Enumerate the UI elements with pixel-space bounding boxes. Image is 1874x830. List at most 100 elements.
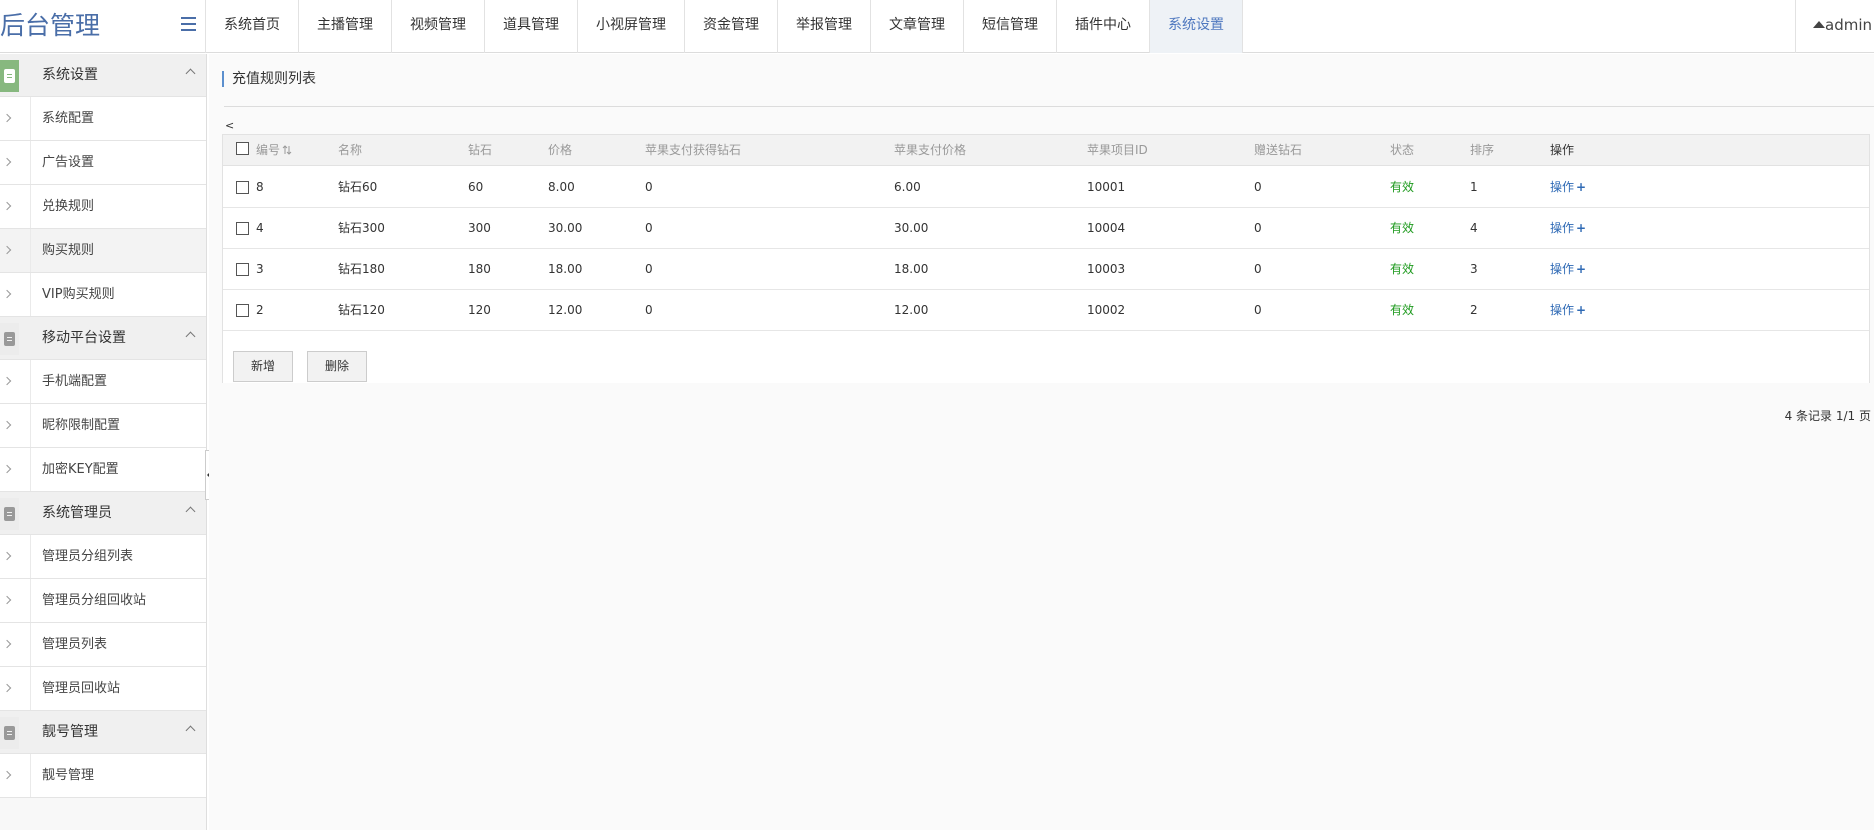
sidebar-item-label: VIP购买规则 [42,287,115,302]
plus-icon[interactable]: + [1576,180,1586,194]
row-action[interactable]: 操作 + [1550,290,1586,331]
column-header-label: 编号 [256,143,281,157]
nav-tab[interactable]: 文章管理 [871,0,964,53]
column-header: 操作 [1550,135,1574,165]
sidebar-item[interactable]: 系统配置 [0,97,206,141]
table-cell: 0 [645,303,653,317]
divider [30,535,31,578]
chevron-right-icon [2,770,12,780]
table-cell: 有效 [1390,167,1414,208]
nav-tab[interactable]: 举报管理 [778,0,871,53]
column-header-label: 名称 [338,143,363,157]
column-header: 价格 [548,135,572,165]
main-content: 充值规则列表 < 编号 名称 钻石 价格 苹果支付获得钻石 苹果支付价格 苹果项目ID 赠送钻… [209,54,1874,830]
nav-tab[interactable]: 道具管理 [485,0,578,53]
sidebar-item[interactable]: 广告设置 [0,141,206,185]
table-cell: 12.00 [894,303,929,317]
sidebar-item-label: 系统配置 [42,111,95,126]
table-cell: 3 [1470,262,1478,276]
delete-button[interactable]: 删除 [307,351,368,382]
table-cell: 0 [1254,262,1262,276]
sidebar-item[interactable]: 管理员分组回收站 [0,579,206,623]
table-row[interactable]: 4 钻石300 300 30.00 0 30.00 10004 0 有效 4 操作 + [223,208,1869,249]
sidebar-group-header[interactable]: 靓号管理 [0,711,206,754]
sidebar-item-label: 管理员分组列表 [42,549,134,564]
action-link[interactable]: 操作 [1550,221,1574,235]
sidebar-item[interactable]: 购买规则 [0,229,206,273]
table-actions: 新增 删除 [223,342,1869,383]
sidebar-item[interactable]: 加密KEY配置 [0,448,206,492]
action-link[interactable]: 操作 [1550,303,1574,317]
document-icon [0,60,19,92]
select-all-checkbox[interactable] [236,142,249,155]
table-cell: 120 [468,303,491,317]
nav-tab[interactable]: 插件中心 [1057,0,1150,53]
column-header[interactable]: 编号 [256,135,292,165]
column-header-label: 价格 [548,143,573,157]
plus-icon[interactable]: + [1576,262,1586,276]
chevron-up-icon [185,725,196,736]
table-cell: 1 [1470,180,1478,194]
sidebar-item[interactable]: 管理员列表 [0,623,206,667]
status-badge: 有效 [1390,262,1415,276]
chevron-right-icon [2,464,12,474]
plus-icon[interactable]: + [1576,303,1586,317]
sidebar-group-header[interactable]: 系统设置 [0,54,206,97]
nav-tab[interactable]: 系统设置 [1150,0,1243,53]
sidebar-item[interactable]: 兑换规则 [0,185,206,229]
back-link[interactable]: < [225,119,234,132]
table-cell: 钻石120 [338,303,385,317]
table-row[interactable]: 8 钻石60 60 8.00 0 6.00 10001 0 有效 1 操作 + [223,167,1869,208]
add-button[interactable]: 新增 [233,351,294,382]
sidebar-item[interactable]: 管理员分组列表 [0,535,206,579]
table-cell: 18.00 [894,262,929,276]
table-row[interactable]: 2 钻石120 120 12.00 0 12.00 10002 0 有效 2 操作 + [223,290,1869,331]
nav-tab[interactable]: 资金管理 [685,0,778,53]
nav-tab[interactable]: 系统首页 [206,0,299,53]
column-header-label: 钻石 [468,143,493,157]
menu-icon[interactable] [181,17,196,31]
sidebar-item[interactable]: 手机端配置 [0,360,206,404]
sidebar-item[interactable]: 昵称限制配置 [0,404,206,448]
column-header-label: 操作 [1550,143,1575,157]
row-checkbox[interactable] [236,222,249,235]
row-action[interactable]: 操作 + [1550,167,1586,208]
app-title: 后台管理 [0,11,101,40]
table-cell: 0 [645,262,653,276]
nav-tab[interactable]: 主播管理 [299,0,392,53]
nav-tab[interactable]: 小视屏管理 [578,0,685,53]
row-checkbox[interactable] [236,263,249,276]
chevron-right-icon [2,201,12,211]
nav-tab[interactable]: 短信管理 [964,0,1057,53]
column-header: 排序 [1470,135,1494,165]
document-icon [0,717,19,749]
divider [30,623,31,666]
sidebar-item[interactable]: 管理员回收站 [0,667,206,711]
table-cell: 0 [1254,180,1262,194]
sort-icon[interactable] [282,136,292,155]
chevron-right-icon [2,289,12,299]
action-link[interactable]: 操作 [1550,180,1574,194]
user-menu[interactable]: admin [1795,0,1874,53]
column-header-label: 排序 [1470,143,1495,157]
row-checkbox[interactable] [236,304,249,317]
sidebar-item[interactable]: VIP购买规则 [0,273,206,317]
sidebar-group-header[interactable]: 移动平台设置 [0,317,206,360]
divider [30,185,31,228]
nav-tab[interactable]: 视频管理 [392,0,485,53]
sidebar-group-label: 靓号管理 [42,724,98,740]
row-checkbox[interactable] [236,181,249,194]
row-action[interactable]: 操作 + [1550,249,1586,290]
table-row[interactable]: 3 钻石180 180 18.00 0 18.00 10003 0 有效 3 操作 + [223,249,1869,290]
column-header-label: 状态 [1390,143,1415,157]
table-cell: 10001 [1087,180,1126,194]
action-link[interactable]: 操作 [1550,262,1574,276]
table-cell: 0 [1254,303,1262,317]
sidebar-item[interactable]: 靓号管理 [0,754,206,798]
chevron-right-icon [2,420,12,430]
column-header-label: 苹果支付价格 [894,143,967,157]
sidebar-group-header[interactable]: 系统管理员 [0,492,206,535]
row-action[interactable]: 操作 + [1550,208,1586,249]
plus-icon[interactable]: + [1576,221,1586,235]
chevron-right-icon [2,639,12,649]
